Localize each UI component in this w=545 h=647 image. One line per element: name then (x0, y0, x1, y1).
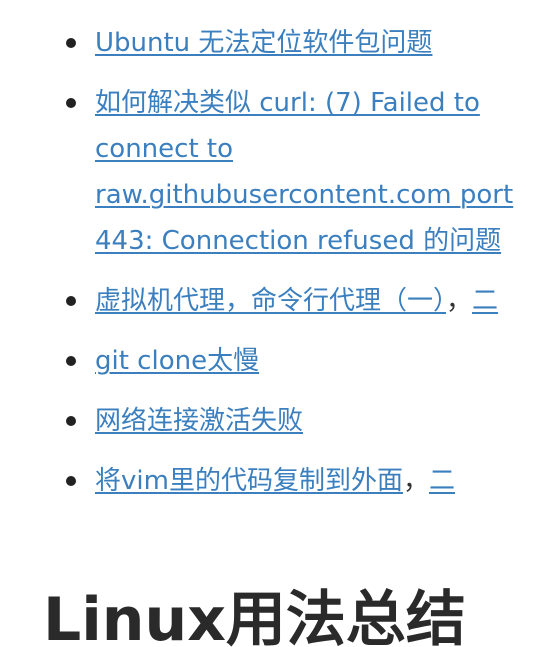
link-git-clone-slow[interactable]: git clone太慢 (95, 346, 259, 376)
list-item: 如何解决类似 curl: (7) Failed to connect to ra… (66, 80, 545, 264)
separator: ， (446, 286, 473, 316)
list-item: 网络连接激活失败 (66, 398, 545, 444)
section-heading: Linux用法总结 (43, 585, 466, 647)
link-ubuntu-package[interactable]: Ubuntu 无法定位软件包问题 (95, 28, 432, 58)
link-vm-proxy-part-one[interactable]: 虚拟机代理，命令行代理（一） (95, 286, 446, 316)
reference-link-list: Ubuntu 无法定位软件包问题 如何解决类似 curl: (7) Failed… (66, 20, 545, 518)
list-item: 将vim里的代码复制到外面，二 (66, 458, 545, 504)
list-item: Ubuntu 无法定位软件包问题 (66, 20, 545, 66)
list-item: git clone太慢 (66, 338, 545, 384)
link-curl-failed-connect[interactable]: 如何解决类似 curl: (7) Failed to connect to ra… (95, 88, 513, 256)
article-content: Ubuntu 无法定位软件包问题 如何解决类似 curl: (7) Failed… (0, 0, 545, 647)
link-vim-copy-code-part-two[interactable]: 二 (429, 466, 455, 496)
link-network-activation-failed[interactable]: 网络连接激活失败 (95, 406, 303, 436)
separator: ， (402, 466, 429, 496)
link-vim-copy-code[interactable]: 将vim里的代码复制到外面 (95, 466, 403, 496)
link-vm-proxy-part-two[interactable]: 二 (472, 286, 498, 316)
list-item: 虚拟机代理，命令行代理（一），二 (66, 278, 545, 324)
